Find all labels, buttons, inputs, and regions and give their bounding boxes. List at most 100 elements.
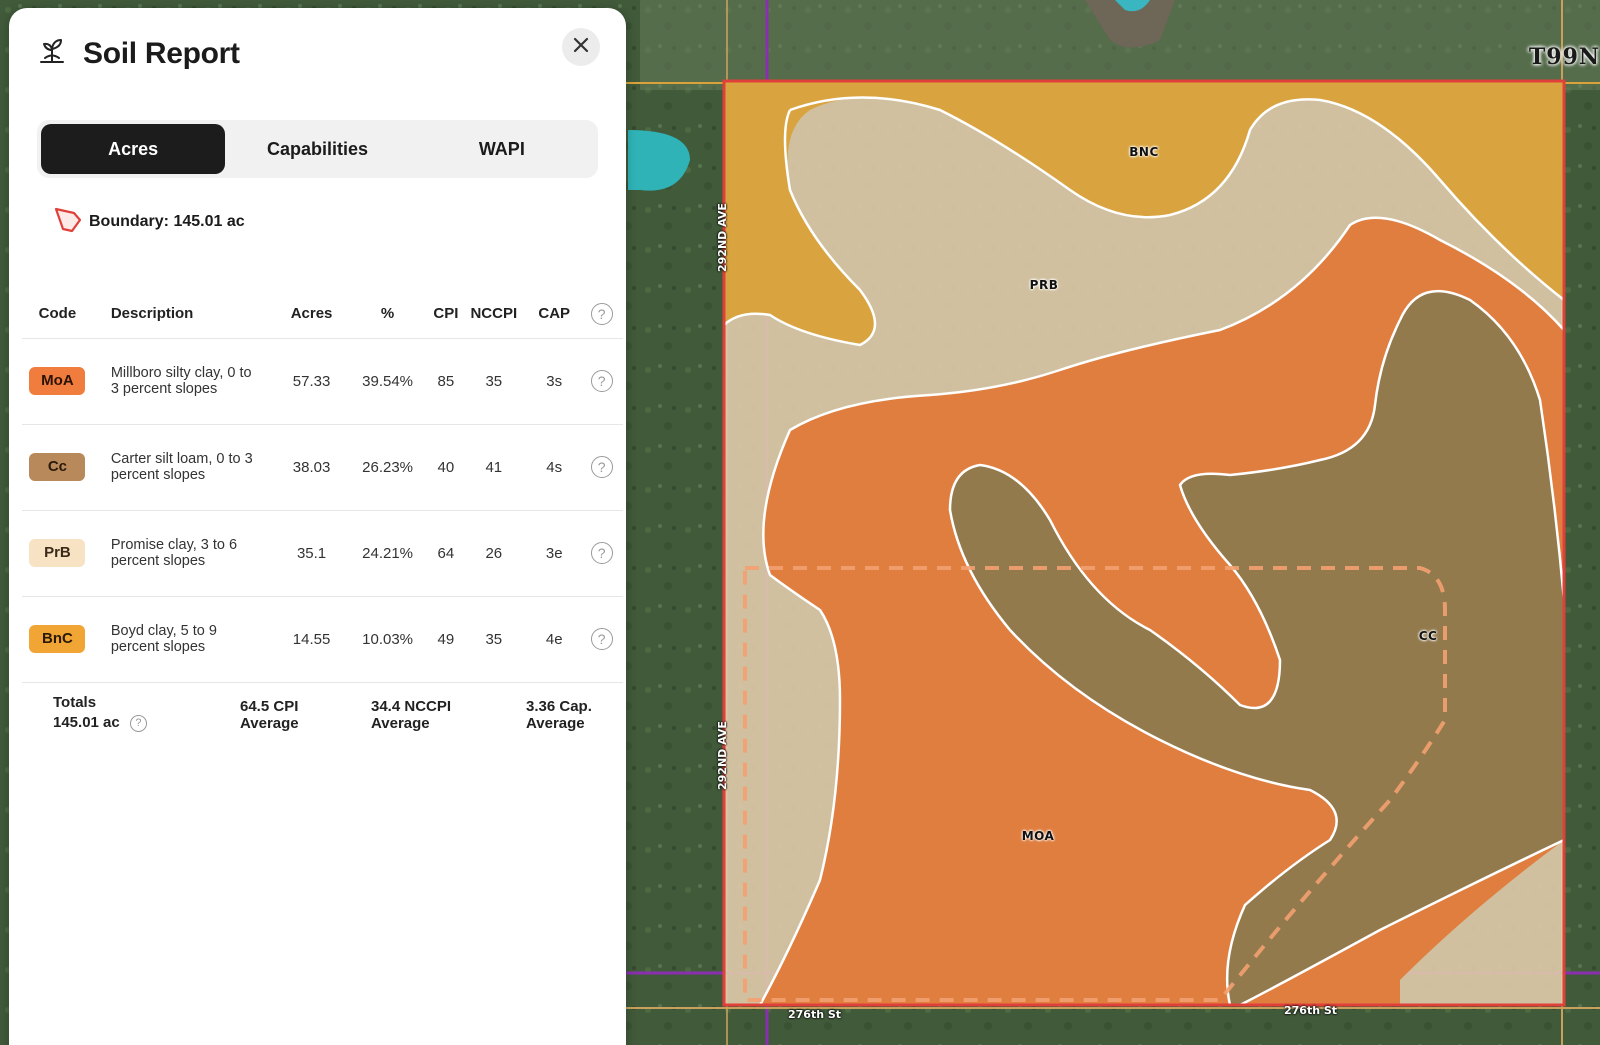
cell-acres: 14.55: [280, 596, 343, 683]
header-cpi[interactable]: CPI: [432, 290, 460, 339]
zone-label-prb[interactable]: PRB: [1030, 278, 1059, 292]
description-line-2: percent slopes: [110, 467, 206, 483]
cell-help: ?: [580, 338, 623, 425]
totals-cpi-value: 64.5 CPI: [240, 698, 299, 715]
cell-nccpi: 41: [459, 424, 529, 511]
cell-description: Boyd clay, 5 to 9 percent slopes: [92, 596, 281, 683]
close-button[interactable]: [562, 28, 600, 66]
help-icon[interactable]: ?: [590, 370, 613, 392]
cell-percent: 10.03%: [342, 596, 433, 683]
cell-cap: 3s: [528, 338, 581, 425]
totals-label: Totals: [53, 694, 97, 711]
totals-nccpi-caption: Average: [371, 715, 430, 732]
cell-acres: 35.1: [280, 510, 343, 597]
description-line-1: Boyd clay, 5 to 9: [110, 623, 217, 639]
description-line-2: 3 percent slopes: [110, 381, 218, 397]
cell-cap: 4e: [528, 596, 581, 683]
soil-code-badge[interactable]: Cc: [29, 453, 86, 481]
totals-cpi-caption: Average: [240, 715, 299, 732]
totals-cap-caption: Average: [526, 715, 585, 732]
cell-acres: 57.33: [280, 338, 343, 425]
help-icon[interactable]: ?: [590, 302, 613, 325]
table-row[interactable]: BnC Boyd clay, 5 to 9 percent slopes 14.55 1…: [22, 596, 623, 683]
description-line-1: Carter silt loam, 0 to 3: [110, 451, 253, 467]
description-line-1: Millboro silty clay, 0 to: [110, 365, 252, 381]
table-row[interactable]: Cc Carter silt loam, 0 to 3 percent slopes…: [22, 424, 623, 511]
tab-acres[interactable]: Acres: [41, 124, 226, 174]
header-nccpi[interactable]: NCCPI: [459, 290, 529, 339]
zone-label-cc[interactable]: CC: [1419, 629, 1438, 643]
help-icon[interactable]: ?: [129, 714, 147, 732]
help-icon[interactable]: ?: [590, 456, 613, 478]
totals-cap-value: 3.36 Cap.: [526, 698, 592, 715]
tab-capabilities[interactable]: Capabilities: [225, 124, 409, 174]
road-label-vertical-1: 292ND AVE: [716, 203, 729, 272]
table-header-row: Code Description Acres % CPI NCCPI CAP ?: [22, 290, 623, 339]
header-percent[interactable]: %: [342, 290, 433, 339]
page-title: Soil Report: [83, 36, 240, 70]
help-icon[interactable]: ?: [590, 542, 613, 564]
cell-description: Carter silt loam, 0 to 3 percent slopes: [92, 424, 281, 511]
zone-label-moa[interactable]: MOA: [1022, 829, 1055, 843]
seedling-icon: [37, 36, 67, 71]
cell-nccpi: 35: [459, 338, 529, 425]
cell-acres: 38.03: [280, 424, 343, 511]
cell-code: Cc: [22, 424, 93, 511]
township-label: T99N: [1528, 44, 1600, 70]
cell-percent: 39.54%: [342, 338, 433, 425]
polygon-boundary-icon: [53, 204, 83, 239]
cell-code: MoA: [22, 338, 93, 425]
totals-row: Totals 145.01 ac ? 64.5 CPI Average 34.4…: [53, 694, 613, 744]
table-row[interactable]: MoA Millboro silty clay, 0 to 3 percent sl…: [22, 338, 623, 425]
soil-code-badge[interactable]: MoA: [29, 367, 86, 395]
cell-cap: 4s: [528, 424, 581, 511]
road-label-bottom-left: 276th St: [788, 1008, 842, 1021]
road-label-vertical-2: 292ND AVE: [716, 721, 729, 790]
cell-code: BnC: [22, 596, 93, 683]
boundary-summary: Boundary: 145.01 ac: [53, 204, 245, 239]
cell-cpi: 64: [432, 510, 460, 597]
cell-code: PrB: [22, 510, 93, 597]
description-line-2: percent slopes: [110, 639, 206, 655]
header-cap[interactable]: CAP: [528, 290, 581, 339]
totals-cpi: 64.5 CPI Average: [240, 698, 299, 732]
cell-nccpi: 26: [459, 510, 529, 597]
totals-acres-wrap: 145.01 ac ?: [53, 714, 147, 732]
soil-code-badge[interactable]: PrB: [29, 539, 86, 567]
totals-cap: 3.36 Cap. Average: [526, 698, 592, 732]
cell-help: ?: [580, 510, 623, 597]
panel-header: Soil Report: [37, 36, 240, 71]
header-help: ?: [580, 290, 623, 339]
cell-cpi: 85: [432, 338, 460, 425]
zone-label-bnc[interactable]: BNC: [1129, 145, 1159, 159]
soil-report-panel: Soil Report Acres Capabilities WAPI Boun…: [9, 8, 626, 1045]
header-acres[interactable]: Acres: [280, 290, 343, 339]
cell-description: Millboro silty clay, 0 to 3 percent slope…: [92, 338, 281, 425]
tab-bar: Acres Capabilities WAPI: [37, 120, 598, 178]
description-line-1: Promise clay, 3 to 6: [110, 537, 238, 553]
cell-nccpi: 35: [459, 596, 529, 683]
header-code[interactable]: Code: [22, 290, 93, 339]
soil-code-badge[interactable]: BnC: [29, 625, 86, 653]
description-line-2: percent slopes: [110, 553, 206, 569]
cell-help: ?: [580, 424, 623, 511]
close-icon: [572, 36, 590, 59]
cell-percent: 26.23%: [342, 424, 433, 511]
soil-table: Code Description Acres % CPI NCCPI CAP ?…: [22, 290, 623, 683]
help-icon[interactable]: ?: [590, 628, 613, 650]
cell-cpi: 49: [432, 596, 460, 683]
cell-percent: 24.21%: [342, 510, 433, 597]
boundary-label: Boundary: 145.01 ac: [89, 212, 245, 230]
cell-help: ?: [580, 596, 623, 683]
field-boundary: [722, 79, 1566, 1007]
totals-nccpi: 34.4 NCCPI Average: [371, 698, 451, 732]
header-description[interactable]: Description: [92, 290, 281, 339]
tab-wapi[interactable]: WAPI: [410, 124, 594, 174]
cell-cap: 3e: [528, 510, 581, 597]
cell-description: Promise clay, 3 to 6 percent slopes: [92, 510, 281, 597]
road-label-bottom-right: 276th St: [1284, 1004, 1338, 1017]
cell-cpi: 40: [432, 424, 460, 511]
totals-acres: 145.01 ac: [53, 714, 120, 731]
totals-nccpi-value: 34.4 NCCPI: [371, 698, 452, 715]
table-row[interactable]: PrB Promise clay, 3 to 6 percent slopes 35.…: [22, 510, 623, 597]
